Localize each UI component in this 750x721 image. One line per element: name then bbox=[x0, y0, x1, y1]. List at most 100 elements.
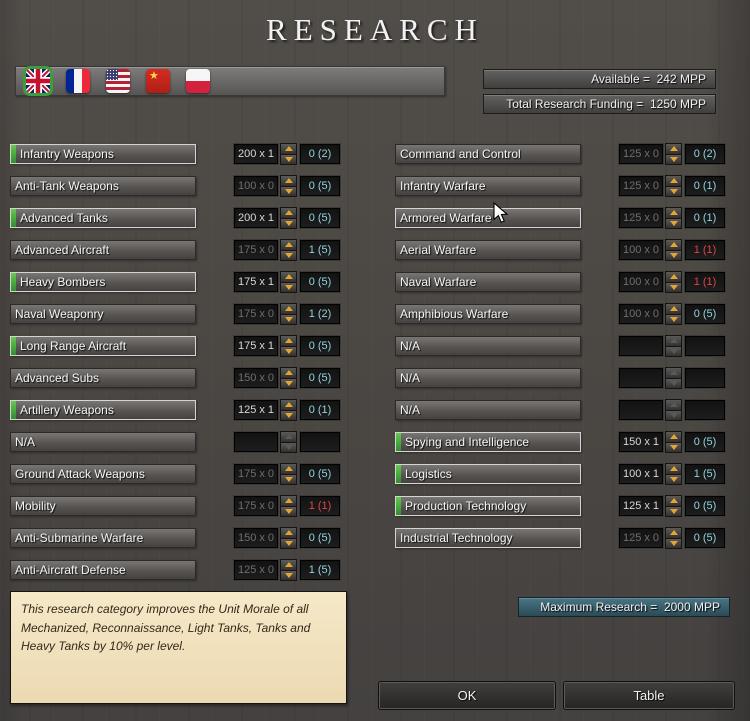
up-arrow-icon bbox=[284, 530, 293, 536]
research-category-advanced-tanks[interactable]: Advanced Tanks bbox=[10, 208, 196, 228]
flag-united-kingdom-icon[interactable] bbox=[26, 69, 50, 93]
table-button[interactable]: Table bbox=[563, 681, 735, 710]
research-row: Naval Weaponry 175 x 0 1 (2) bbox=[10, 303, 340, 325]
funding-spinner bbox=[280, 399, 297, 421]
research-category-command-and-control[interactable]: Command and Control bbox=[395, 144, 581, 164]
decrease-funding-button[interactable] bbox=[665, 505, 682, 517]
decrease-funding-button[interactable] bbox=[280, 505, 297, 517]
decrease-funding-button[interactable] bbox=[280, 537, 297, 549]
up-arrow-icon bbox=[669, 498, 678, 504]
research-category-label: Heavy Bombers bbox=[20, 275, 106, 289]
decrease-funding-button[interactable] bbox=[280, 217, 297, 229]
decrease-funding-button[interactable] bbox=[280, 345, 297, 357]
up-arrow-icon bbox=[284, 402, 293, 408]
decrease-funding-button[interactable] bbox=[665, 473, 682, 485]
research-category-spying-and-intelligence[interactable]: Spying and Intelligence bbox=[395, 432, 581, 452]
funding-spinner bbox=[665, 175, 682, 197]
research-level-value: 0 (5) bbox=[300, 272, 340, 292]
research-category-artillery-weapons[interactable]: Artillery Weapons bbox=[10, 400, 196, 420]
research-category-anti-tank-weapons[interactable]: Anti-Tank Weapons bbox=[10, 176, 196, 196]
research-category-aerial-warfare[interactable]: Aerial Warfare bbox=[395, 240, 581, 260]
research-row: Aerial Warfare 100 x 0 1 (1) bbox=[395, 239, 725, 261]
research-category-logistics[interactable]: Logistics bbox=[395, 464, 581, 484]
decrease-funding-button[interactable] bbox=[280, 569, 297, 581]
up-arrow-icon bbox=[284, 210, 293, 216]
research-row: Amphibious Warfare 100 x 0 0 (5) bbox=[395, 303, 725, 325]
research-category-mobility[interactable]: Mobility bbox=[10, 496, 196, 516]
research-category-production-technology[interactable]: Production Technology bbox=[395, 496, 581, 516]
research-row: N/A bbox=[10, 431, 340, 453]
decrease-funding-button[interactable] bbox=[665, 537, 682, 549]
research-category-armored-warfare[interactable]: Armored Warfare bbox=[395, 208, 581, 228]
research-row: N/A bbox=[395, 399, 725, 421]
funding-spinner bbox=[280, 431, 297, 453]
decrease-funding-button[interactable] bbox=[280, 313, 297, 325]
research-category-anti-aircraft-defense[interactable]: Anti-Aircraft Defense bbox=[10, 560, 196, 580]
flag-poland-icon[interactable] bbox=[186, 69, 210, 93]
decrease-funding-button[interactable] bbox=[665, 185, 682, 197]
flag-soviet-union-icon[interactable]: ★ bbox=[146, 69, 170, 93]
decrease-funding-button[interactable] bbox=[665, 249, 682, 261]
research-category-label: Artillery Weapons bbox=[20, 403, 114, 417]
down-arrow-icon bbox=[284, 284, 293, 290]
funding-spinner bbox=[280, 143, 297, 165]
research-category-heavy-bombers[interactable]: Heavy Bombers bbox=[10, 272, 196, 292]
research-category-advanced-subs[interactable]: Advanced Subs bbox=[10, 368, 196, 388]
research-category-label: Infantry Warfare bbox=[400, 179, 486, 193]
down-arrow-icon bbox=[284, 188, 293, 194]
research-category-n-a[interactable]: N/A bbox=[395, 400, 581, 420]
up-arrow-icon bbox=[669, 146, 678, 152]
research-cost-value: 175 x 1 bbox=[234, 272, 278, 292]
down-arrow-icon bbox=[284, 252, 293, 258]
research-row: Anti-Submarine Warfare 150 x 0 0 (5) bbox=[10, 527, 340, 549]
decrease-funding-button[interactable] bbox=[280, 473, 297, 485]
funding-spinner bbox=[665, 335, 682, 357]
up-arrow-icon bbox=[669, 274, 678, 280]
research-category-long-range-aircraft[interactable]: Long Range Aircraft bbox=[10, 336, 196, 356]
ok-button[interactable]: OK bbox=[378, 681, 556, 710]
up-arrow-icon bbox=[284, 338, 293, 344]
down-arrow-icon bbox=[669, 508, 678, 514]
research-category-n-a[interactable]: N/A bbox=[395, 368, 581, 388]
research-category-infantry-weapons[interactable]: Infantry Weapons bbox=[10, 144, 196, 164]
research-category-advanced-aircraft[interactable]: Advanced Aircraft bbox=[10, 240, 196, 260]
research-category-naval-warfare[interactable]: Naval Warfare bbox=[395, 272, 581, 292]
down-arrow-icon bbox=[669, 252, 678, 258]
research-category-naval-weaponry[interactable]: Naval Weaponry bbox=[10, 304, 196, 324]
research-category-infantry-warfare[interactable]: Infantry Warfare bbox=[395, 176, 581, 196]
funding-active-indicator bbox=[11, 145, 16, 163]
decrease-funding-button[interactable] bbox=[665, 281, 682, 293]
research-level-value: 1 (5) bbox=[300, 560, 340, 580]
research-category-anti-submarine-warfare[interactable]: Anti-Submarine Warfare bbox=[10, 528, 196, 548]
down-arrow-icon bbox=[284, 412, 293, 418]
decrease-funding-button[interactable] bbox=[280, 249, 297, 261]
research-category-amphibious-warfare[interactable]: Amphibious Warfare bbox=[395, 304, 581, 324]
decrease-funding-button[interactable] bbox=[280, 185, 297, 197]
research-level-value: 1 (5) bbox=[685, 464, 725, 484]
decrease-funding-button[interactable] bbox=[280, 377, 297, 389]
flag-france-icon[interactable] bbox=[66, 69, 90, 93]
research-column-right: Command and Control 125 x 0 0 (2) Infantry … bbox=[395, 143, 725, 549]
up-arrow-icon bbox=[284, 242, 293, 248]
up-arrow-icon bbox=[669, 306, 678, 312]
decrease-funding-button[interactable] bbox=[665, 313, 682, 325]
research-category-ground-attack-weapons[interactable]: Ground Attack Weapons bbox=[10, 464, 196, 484]
research-category-n-a[interactable]: N/A bbox=[395, 336, 581, 356]
research-cost-value: 150 x 1 bbox=[619, 432, 663, 452]
flag-united-states-icon[interactable] bbox=[106, 69, 130, 93]
decrease-funding-button[interactable] bbox=[665, 217, 682, 229]
research-category-label: Industrial Technology bbox=[400, 531, 513, 545]
down-arrow-icon bbox=[669, 412, 678, 418]
research-category-industrial-technology[interactable]: Industrial Technology bbox=[395, 528, 581, 548]
decrease-funding-button[interactable] bbox=[665, 441, 682, 453]
research-level-value bbox=[685, 400, 725, 420]
decrease-funding-button[interactable] bbox=[280, 153, 297, 165]
up-arrow-icon bbox=[669, 466, 678, 472]
research-screen: RESEARCH ★ Available = 242 MPP Total Res… bbox=[0, 0, 750, 721]
down-arrow-icon bbox=[284, 572, 293, 578]
decrease-funding-button[interactable] bbox=[280, 281, 297, 293]
decrease-funding-button[interactable] bbox=[280, 409, 297, 421]
decrease-funding-button[interactable] bbox=[665, 153, 682, 165]
down-arrow-icon bbox=[284, 220, 293, 226]
research-category-n-a[interactable]: N/A bbox=[10, 432, 196, 452]
